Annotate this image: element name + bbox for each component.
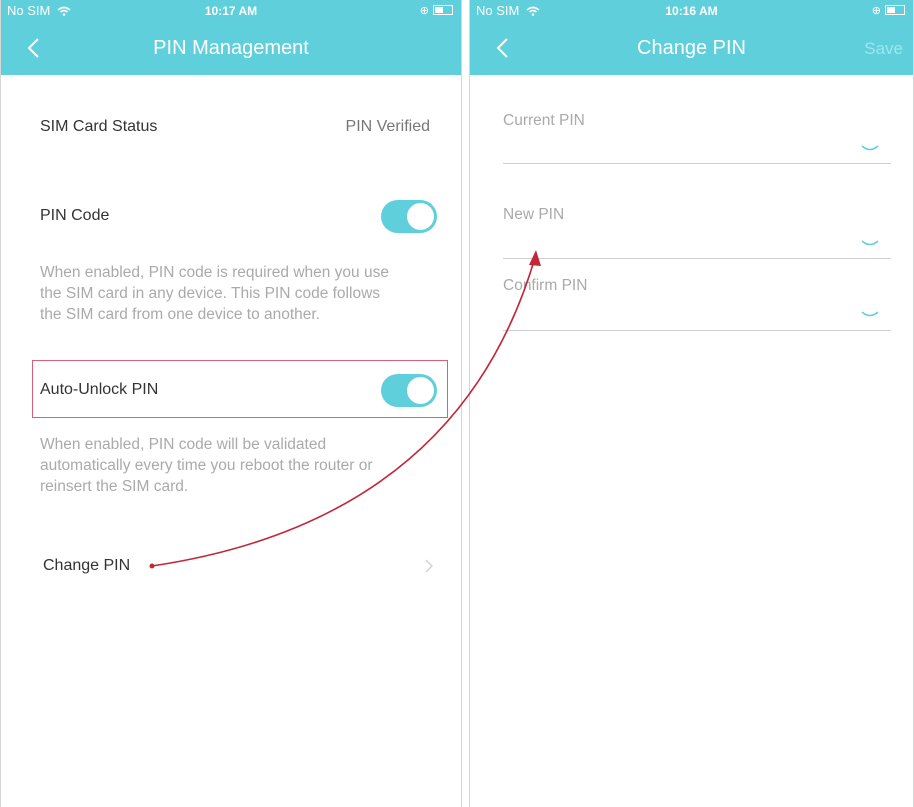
battery-icon xyxy=(885,5,905,15)
sim-status-value: PIN Verified xyxy=(345,118,430,135)
pin-code-label: PIN Code xyxy=(40,207,110,224)
confirm-pin-input[interactable] xyxy=(503,330,891,331)
eye-closed-icon[interactable] xyxy=(860,309,880,319)
status-time: 10:16 AM xyxy=(665,4,718,18)
page-title: PIN Management xyxy=(153,37,309,59)
pin-code-toggle[interactable] xyxy=(381,200,437,233)
save-button[interactable]: Save xyxy=(864,22,903,75)
rotation-lock-icon: ⊕ xyxy=(419,5,429,17)
nav-bar: PIN Management xyxy=(1,22,461,75)
status-time: 10:17 AM xyxy=(204,4,258,18)
auto-unlock-description: When enabled, PIN code will be validated… xyxy=(40,436,373,495)
toggle-knob xyxy=(407,203,434,230)
battery-icon xyxy=(433,5,453,15)
auto-unlock-toggle[interactable] xyxy=(381,374,437,407)
confirm-pin-label: Confirm PIN xyxy=(503,277,588,294)
new-pin-label: New PIN xyxy=(503,206,565,223)
change-pin-row[interactable]: Change PIN xyxy=(43,557,130,575)
current-pin-input[interactable] xyxy=(503,163,891,164)
toggle-knob xyxy=(407,377,434,404)
pin-management-screen: No SIM 10:17 AM ⊕ PIN Management SIM Car… xyxy=(0,0,462,807)
current-pin-label: Current PIN xyxy=(503,112,585,129)
status-bar: No SIM 10:17 AM ⊕ xyxy=(1,0,461,22)
eye-closed-icon[interactable] xyxy=(860,143,880,153)
new-pin-input[interactable] xyxy=(503,258,891,259)
eye-closed-icon[interactable] xyxy=(860,238,880,248)
page-title: Change PIN xyxy=(637,37,746,59)
sim-status-label: SIM Card Status xyxy=(40,118,158,135)
change-pin-screen: No SIM 10:16 AM ⊕ Change PIN Save Curren… xyxy=(469,0,914,807)
rotation-lock-icon: ⊕ xyxy=(871,5,881,17)
nav-bar: Change PIN Save xyxy=(470,22,913,75)
pin-code-description: When enabled, PIN code is required when … xyxy=(40,264,389,323)
auto-unlock-label: Auto-Unlock PIN xyxy=(40,381,159,398)
chevron-right-icon[interactable] xyxy=(424,558,434,574)
status-bar: No SIM 10:16 AM ⊕ xyxy=(470,0,913,22)
